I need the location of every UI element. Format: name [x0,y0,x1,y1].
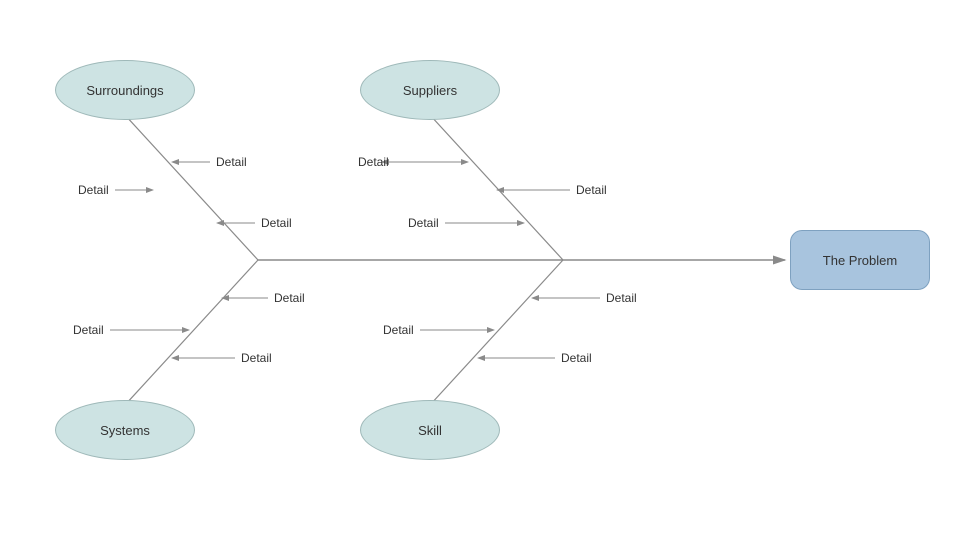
detail-label: Detail [408,216,439,230]
detail-label: Detail [261,216,292,230]
cause-skill[interactable]: Skill [360,400,500,460]
cause-label: Surroundings [86,83,163,98]
problem-label: The Problem [823,253,897,268]
cause-suppliers[interactable]: Suppliers [360,60,500,120]
cause-label: Systems [100,423,150,438]
detail-label: Detail [606,291,637,305]
detail-label: Detail [241,351,272,365]
detail-label: Detail [561,351,592,365]
detail-label: Detail [274,291,305,305]
cause-label: Skill [418,423,442,438]
detail-label: Detail [78,183,109,197]
cause-systems[interactable]: Systems [55,400,195,460]
detail-label: Detail [576,183,607,197]
detail-label: Detail [358,155,389,169]
detail-label: Detail [383,323,414,337]
problem-box[interactable]: The Problem [790,230,930,290]
cause-label: Suppliers [403,83,457,98]
detail-label: Detail [216,155,247,169]
cause-surroundings[interactable]: Surroundings [55,60,195,120]
detail-label: Detail [73,323,104,337]
